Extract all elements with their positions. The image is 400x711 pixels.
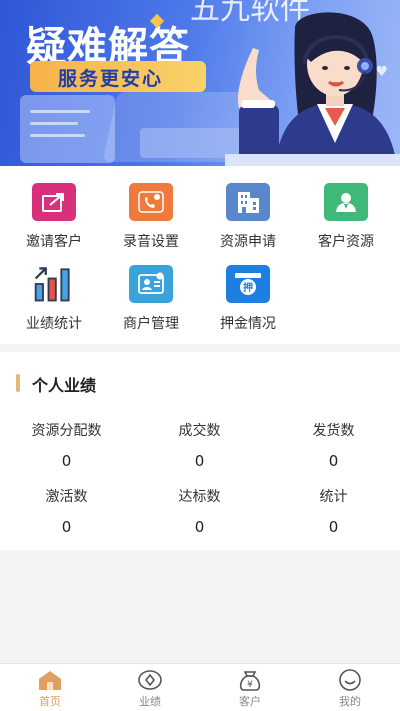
phone-record-icon xyxy=(129,183,173,221)
stat-label: 资源分配数 xyxy=(31,423,102,439)
stat-value: 0 xyxy=(61,452,72,470)
menu-item-label: 押金情况 xyxy=(220,316,276,332)
performance-icon xyxy=(137,669,163,691)
customer-icon xyxy=(324,183,368,221)
menu-item-label: 业绩统计 xyxy=(26,316,82,332)
stat-shipments: 发货数 0 xyxy=(267,420,400,470)
stat-value: 0 xyxy=(194,452,205,470)
banner-decor xyxy=(30,122,78,125)
menu-item-recording-settings[interactable]: 录音设置 xyxy=(101,183,201,251)
banner[interactable]: 五九软件 疑难解答 服务更安心 ♥ xyxy=(0,0,400,166)
stat-label: 成交数 xyxy=(178,423,221,439)
menu-item-label: 邀请客户 xyxy=(26,234,82,250)
menu-item-resource-request[interactable]: 资源申请 xyxy=(198,183,298,251)
stat-label: 达标数 xyxy=(178,489,221,505)
section-title: 个人业绩 xyxy=(32,376,97,395)
stat-activations: 激活数 0 xyxy=(0,486,133,536)
stat-value: 0 xyxy=(194,518,205,536)
profile-icon xyxy=(337,669,363,691)
tab-label: 首页 xyxy=(39,695,61,708)
menu-item-label: 商户管理 xyxy=(123,316,179,332)
tab-home[interactable]: 首页 xyxy=(0,664,100,711)
banner-decor xyxy=(20,95,115,163)
menu-item-label: 录音设置 xyxy=(123,234,179,250)
share-icon xyxy=(32,183,76,221)
stat-qualified: 达标数 0 xyxy=(133,486,266,536)
customer-service-illustration xyxy=(225,12,400,166)
banner-decor xyxy=(30,110,90,113)
stat-label: 统计 xyxy=(319,489,348,505)
menu-item-performance-stats[interactable]: 业绩统计 xyxy=(4,265,104,333)
stat-value: 0 xyxy=(328,518,339,536)
stat-value: 0 xyxy=(328,452,339,470)
tab-label: 我的 xyxy=(339,695,361,708)
stat-total: 统计 0 xyxy=(267,486,400,536)
menu-item-customer-resources[interactable]: 客户资源 xyxy=(296,183,396,251)
menu-item-deposit-status[interactable]: 押 押金情况 xyxy=(198,265,298,333)
menu-item-label: 客户资源 xyxy=(318,234,374,250)
section-accent-bar xyxy=(16,374,20,392)
personal-performance-card: 个人业绩 资源分配数 0 成交数 0 发货数 0 激活数 0 达标数 0 统计 … xyxy=(0,352,400,550)
menu-item-label: 资源申请 xyxy=(220,234,276,250)
stat-label: 激活数 xyxy=(45,489,88,505)
menu-item-invite-customer[interactable]: 邀请客户 xyxy=(4,183,104,251)
bottom-tab-bar: 首页 业绩 ¥ 客户 我的 xyxy=(0,663,400,711)
svg-text:¥: ¥ xyxy=(247,680,253,690)
stat-value: 0 xyxy=(61,518,72,536)
building-icon xyxy=(226,183,270,221)
merchant-card-icon xyxy=(129,265,173,303)
tab-performance[interactable]: 业绩 xyxy=(100,664,200,711)
bar-chart-icon xyxy=(32,265,76,303)
tab-label: 客户 xyxy=(239,695,261,708)
stat-deals: 成交数 0 xyxy=(133,420,266,470)
banner-subtitle: 服务更安心 xyxy=(58,68,164,90)
money-bag-icon: ¥ xyxy=(237,669,263,691)
deposit-box-icon: 押 xyxy=(226,265,270,303)
menu-item-merchant-management[interactable]: 商户管理 xyxy=(101,265,201,333)
banner-decor xyxy=(30,134,85,137)
stat-resource-allocation: 资源分配数 0 xyxy=(0,420,133,470)
home-icon xyxy=(37,669,63,691)
tab-profile[interactable]: 我的 xyxy=(300,664,400,711)
tab-label: 业绩 xyxy=(139,695,161,708)
tab-customers[interactable]: ¥ 客户 xyxy=(200,664,300,711)
stat-label: 发货数 xyxy=(312,423,355,439)
svg-text:押: 押 xyxy=(243,281,253,294)
function-menu: 邀请客户 录音设置 资源申请 客户资源 业绩统计 商户管理 押 押金情况 xyxy=(0,166,400,344)
